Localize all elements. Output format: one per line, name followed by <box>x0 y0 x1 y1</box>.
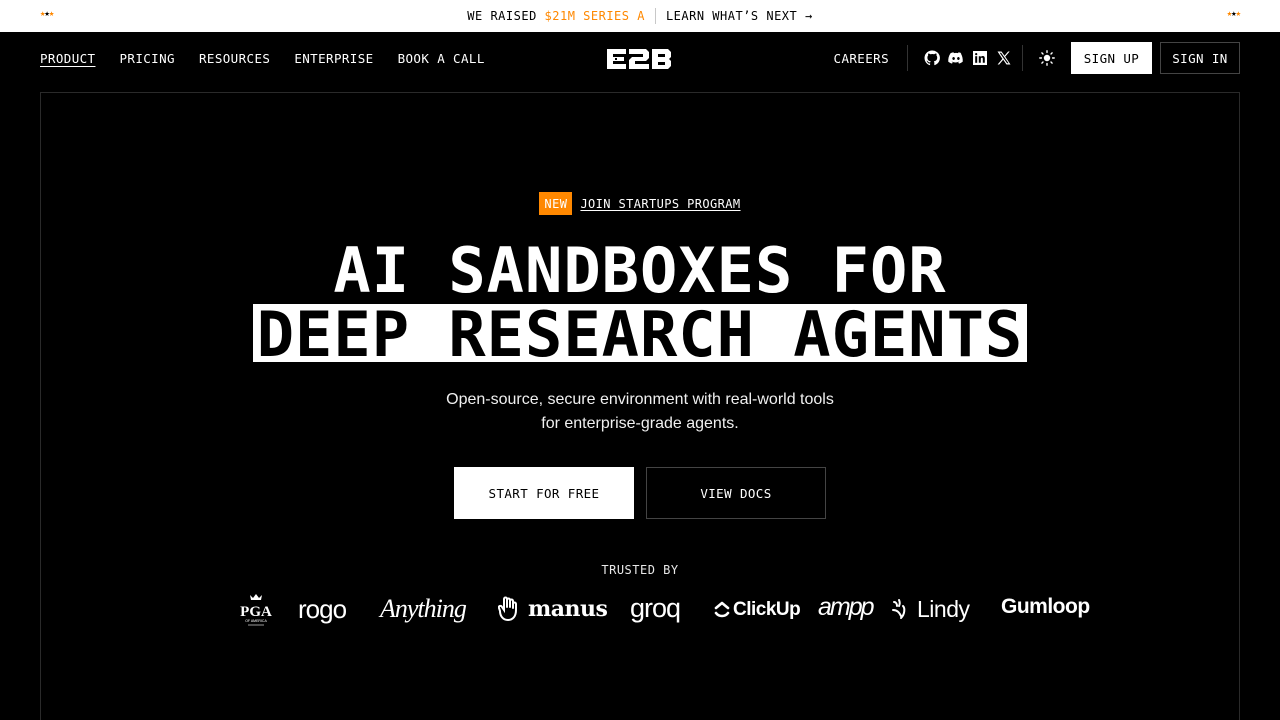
anything-logo: Anything <box>380 594 467 623</box>
e2b-logo[interactable] <box>606 48 672 70</box>
start-for-free-button[interactable]: START FOR FREE <box>454 467 634 519</box>
manus-wordmark: manus <box>528 596 608 622</box>
gumloop-logo: Gumloop <box>1001 595 1090 618</box>
sign-in-button[interactable]: SIGN IN <box>1160 42 1240 74</box>
learn-more-link[interactable]: LEARN WHAT’S NEXT → <box>666 9 813 23</box>
nav-item-product[interactable]: PRODUCT <box>40 51 95 66</box>
announcement-divider <box>654 8 656 24</box>
new-badge: NEW <box>539 192 573 215</box>
announcement-bar: ★★★ WE RAISED $21M SERIES A LEARN WHAT’S… <box>0 0 1280 32</box>
cta-row: START FOR FREE VIEW DOCS <box>0 467 1280 519</box>
manus-logo: manus <box>498 594 608 624</box>
stars-decoration-right: ★★★ <box>1226 9 1241 19</box>
clickup-chevron-icon <box>714 601 730 618</box>
announcement-highlight: $21M SERIES A <box>544 9 645 23</box>
hero-subtitle-line1: Open-source, secure environment with rea… <box>446 391 834 408</box>
nav-item-book-a-call[interactable]: BOOK A CALL <box>398 51 485 66</box>
x-icon[interactable] <box>996 50 1012 66</box>
nav-item-enterprise[interactable]: ENTERPRISE <box>294 51 373 66</box>
view-docs-button[interactable]: VIEW DOCS <box>646 467 826 519</box>
announcement-badge-row: NEW JOIN STARTUPS PROGRAM <box>0 192 1280 215</box>
nav-actions: CAREERS SIGN UP SIGN IN <box>834 42 1240 74</box>
announcement-prefix: WE RAISED <box>467 9 545 23</box>
nav-menu: PRODUCT PRICING RESOURCES ENTERPRISE BOO… <box>40 32 485 84</box>
nav-item-resources[interactable]: RESOURCES <box>199 51 270 66</box>
lindy-wordmark: Lindy <box>917 595 970 622</box>
github-icon[interactable] <box>924 50 940 66</box>
clickup-logo: ClickUp <box>714 596 801 624</box>
hero-subtitle-line2: for enterprise-grade agents. <box>541 415 739 432</box>
ampp-logo: ampp <box>818 593 875 621</box>
hero-title-line2-wrap: DEEP RESEARCH AGENTS <box>0 304 1280 366</box>
nav-divider <box>907 45 908 71</box>
hero-subtitle: Open-source, secure environment with rea… <box>0 388 1280 436</box>
stars-decoration-left: ★★★ <box>40 9 54 19</box>
nav-divider-2 <box>1022 45 1023 71</box>
discord-icon[interactable] <box>948 50 964 66</box>
linkedin-icon[interactable] <box>972 50 988 66</box>
sun-icon[interactable] <box>1039 50 1055 66</box>
lindy-logo: Lindy <box>891 594 970 624</box>
lindy-mark-icon <box>892 599 906 619</box>
sign-up-button[interactable]: SIGN UP <box>1071 42 1152 74</box>
hero-title-line1: AI SANDBOXES FOR <box>333 234 947 307</box>
customer-logos: PGA OF AMERICA rogo Anything manus groq … <box>0 590 1280 630</box>
svg-text:PGA: PGA <box>240 604 272 620</box>
hero-title-line2: DEEP RESEARCH AGENTS <box>252 304 1028 366</box>
nav-item-pricing[interactable]: PRICING <box>119 51 174 66</box>
social-links <box>924 50 1012 66</box>
trusted-by-label: TRUSTED BY <box>601 563 679 577</box>
rogo-logo: rogo <box>298 594 347 624</box>
top-nav: PRODUCT PRICING RESOURCES ENTERPRISE BOO… <box>0 32 1280 84</box>
groq-logo: groq <box>630 593 681 623</box>
manus-hand-icon <box>498 596 517 622</box>
clickup-wordmark: ClickUp <box>733 599 801 620</box>
careers-link[interactable]: CAREERS <box>834 51 889 66</box>
svg-text:OF AMERICA: OF AMERICA <box>245 619 267 623</box>
startups-program-link[interactable]: JOIN STARTUPS PROGRAM <box>580 197 740 211</box>
pga-logo: PGA OF AMERICA <box>238 592 274 628</box>
